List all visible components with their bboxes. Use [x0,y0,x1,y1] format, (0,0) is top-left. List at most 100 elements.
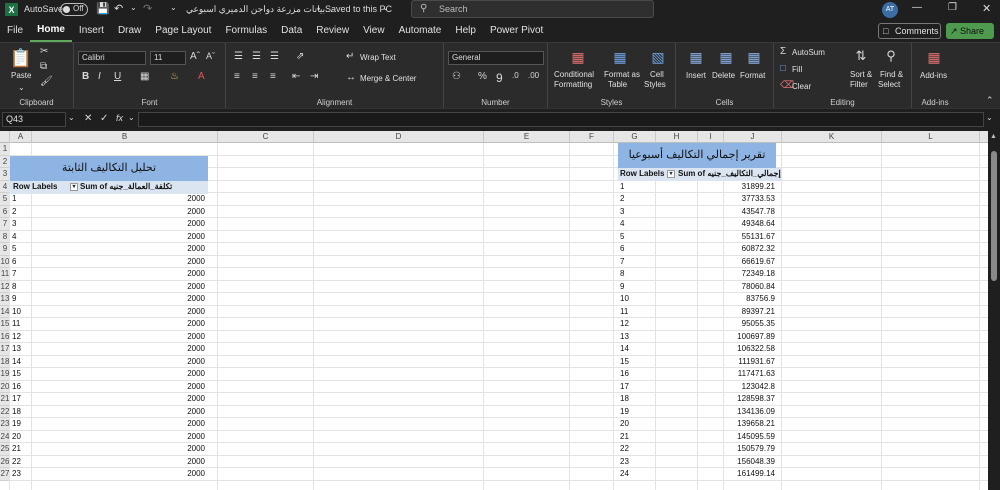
pivot-row-value[interactable]: 128598.37 [695,393,775,406]
pivot-row-value[interactable]: 37733.53 [695,193,775,206]
pivot-row-label[interactable]: 19 [12,418,21,431]
menu-insert[interactable]: Insert [72,20,111,42]
pivot-row-label[interactable]: 11 [620,306,628,319]
addins-icon[interactable]: ▦ [924,47,944,67]
menu-data[interactable]: Data [274,20,309,42]
pivot-row-label[interactable]: 2 [12,206,16,219]
fill-icon[interactable]: □ [780,63,786,74]
pivot-row-label[interactable]: 6 [620,243,624,256]
pivot-row-value[interactable]: 2000 [125,368,205,381]
select-all-corner[interactable] [0,131,10,143]
paste-icon[interactable]: 📋 [10,47,32,69]
pivot-row-value[interactable]: 89397.21 [695,306,775,319]
close-icon[interactable]: ✕ [982,2,991,15]
orientation-icon[interactable]: ⇗ [296,51,304,62]
column-header-l[interactable]: L [882,131,980,143]
autosum-label[interactable]: AutoSum [792,48,825,57]
redo-icon[interactable]: ↷ [143,2,152,15]
pivot-row-value[interactable]: 2000 [125,431,205,444]
pivot-row-label[interactable]: 22 [620,443,629,456]
name-box[interactable]: Q43 [2,112,66,127]
format-painter-icon[interactable]: 🖌 [40,76,53,87]
select-label[interactable]: Select [878,80,900,89]
increase-font-icon[interactable]: Aˆ [190,51,200,62]
format-as-label[interactable]: Format as [604,70,640,79]
share-button[interactable]: ↗ Share [946,23,994,39]
decrease-indent-icon[interactable]: ⇤ [292,71,300,82]
pivot-row-label[interactable]: 12 [620,318,629,331]
pivot2-filter-dropdown-icon[interactable]: ▾ [667,170,675,178]
pivot-row-value[interactable]: 2000 [125,381,205,394]
pivot-row-value[interactable]: 2000 [125,468,205,481]
menu-view[interactable]: View [356,20,392,42]
comments-button[interactable]: □ Comments [878,23,941,39]
menu-automate[interactable]: Automate [392,20,449,42]
column-header-h[interactable]: H [656,131,698,143]
italic-icon[interactable]: I [98,71,101,82]
pivot-row-label[interactable]: 22 [12,456,21,469]
pivot-row-label[interactable]: 10 [12,306,21,319]
pivot-row-label[interactable]: 4 [620,218,624,231]
scroll-up-icon[interactable]: ▲ [990,133,997,140]
paste-label[interactable]: Paste [11,71,31,80]
search-box[interactable]: ⚲ Search [411,0,654,18]
format-as-table-icon[interactable]: ▦ [610,47,630,67]
pivot-row-label[interactable]: 13 [12,343,21,356]
user-avatar[interactable]: AT [882,2,898,18]
menu-review[interactable]: Review [309,20,356,42]
delete-label[interactable]: Delete [712,71,735,80]
font-size-dropdown[interactable]: 11 [150,51,186,65]
pivot-row-label[interactable]: 9 [12,293,16,306]
pivot-row-label[interactable]: 8 [12,281,16,294]
copy-icon[interactable]: ⧉ [40,61,47,72]
column-header-j[interactable]: J [724,131,782,143]
pivot-row-value[interactable]: 145095.59 [695,431,775,444]
pivot-row-value[interactable]: 2000 [125,318,205,331]
pivot-row-label[interactable]: 7 [620,256,624,269]
pivot-row-label[interactable]: 11 [12,318,20,331]
menu-home[interactable]: Home [30,20,72,42]
pivot-row-value[interactable]: 156048.39 [695,456,775,469]
pivot-row-label[interactable]: 13 [620,331,629,344]
pivot-row-label[interactable]: 4 [12,231,16,244]
pivot-row-value[interactable]: 2000 [125,256,205,269]
merge-center-icon[interactable]: ↔ [346,72,356,83]
cut-icon[interactable]: ✂ [40,46,48,57]
menu-file[interactable]: File [0,20,30,42]
cell-styles-icon[interactable]: ▧ [648,47,668,67]
pivot-row-value[interactable]: 78060.84 [695,281,775,294]
column-header-i[interactable]: I [698,131,724,143]
pivot-row-label[interactable]: 6 [12,256,16,269]
align-center-icon[interactable]: ≡ [252,71,258,82]
collapse-ribbon-icon[interactable]: ⌃ [986,95,994,106]
pivot-row-label[interactable]: 18 [620,393,629,406]
align-left-icon[interactable]: ≡ [234,71,240,82]
cancel-entry-icon[interactable]: ✕ [84,113,92,124]
pivot-row-value[interactable]: 139658.21 [695,418,775,431]
pivot-row-label[interactable]: 16 [12,381,21,394]
insert-label[interactable]: Insert [686,71,706,80]
align-bottom-icon[interactable]: ☰ [270,51,279,62]
pivot-row-label[interactable]: 15 [620,356,629,369]
autosave-toggle[interactable]: Off [60,3,88,16]
pivot-row-label[interactable]: 20 [620,418,629,431]
fx-dropdown-icon[interactable]: ⌄ [128,113,135,122]
pivot-row-value[interactable]: 2000 [125,293,205,306]
comma-style-icon[interactable]: 9 [496,71,503,85]
pivot-row-value[interactable]: 2000 [125,218,205,231]
pivot1-title[interactable]: تحليل التكاليف الثابتة [10,156,208,181]
addins-button-label[interactable]: Add-ins [920,71,947,80]
fill-label[interactable]: Fill [792,65,802,74]
pivot-row-value[interactable]: 106322.58 [695,343,775,356]
pivot-row-value[interactable]: 2000 [125,306,205,319]
bold-icon[interactable]: B [82,71,89,82]
pivot-row-label[interactable]: 9 [620,281,624,294]
pivot1-filter-dropdown-icon[interactable]: ▾ [70,183,78,191]
column-header-b[interactable]: B [32,131,218,143]
pivot-row-label[interactable]: 17 [12,393,21,406]
pivot-row-value[interactable]: 117471.63 [695,368,775,381]
pivot-row-value[interactable]: 134136.09 [695,406,775,419]
merge-center-label[interactable]: Merge & Center [360,74,416,83]
pivot-row-value[interactable]: 123042.8 [695,381,775,394]
find-label[interactable]: Find & [880,70,903,79]
